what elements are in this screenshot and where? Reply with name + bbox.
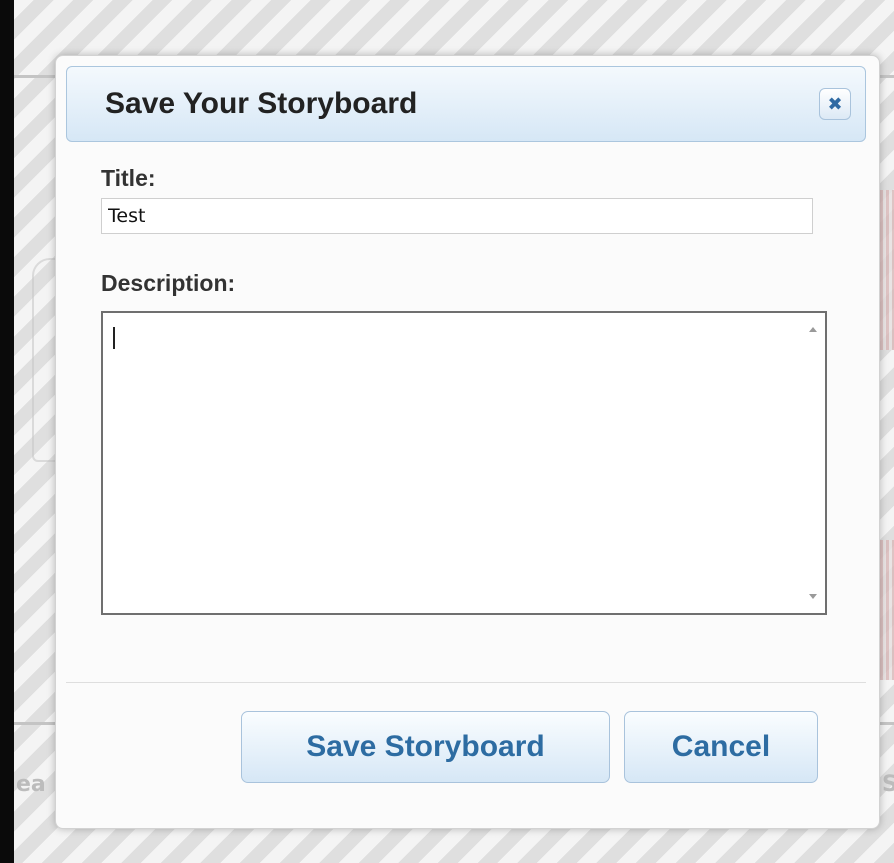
save-storyboard-dialog: Save Your Storyboard ✖ Title: Descriptio… [55, 55, 880, 829]
dialog-title: Save Your Storyboard [105, 87, 418, 120]
title-input[interactable] [101, 198, 813, 234]
background-text: ea [16, 772, 46, 797]
background-text: S [882, 772, 894, 797]
description-label: Description: [101, 270, 236, 296]
scroll-down-icon[interactable] [809, 594, 817, 599]
close-button[interactable]: ✖ [819, 88, 851, 120]
cancel-button[interactable]: Cancel [624, 711, 818, 783]
save-storyboard-button[interactable]: Save Storyboard [241, 711, 610, 783]
dialog-titlebar[interactable]: Save Your Storyboard ✖ [66, 66, 866, 142]
description-textarea[interactable] [101, 311, 827, 615]
dialog-footer-divider [66, 682, 866, 683]
close-icon: ✖ [827, 93, 843, 115]
title-label: Title: [101, 165, 156, 191]
description-scrollbar[interactable] [801, 313, 825, 613]
text-cursor [113, 327, 115, 349]
scroll-up-icon[interactable] [809, 327, 817, 332]
